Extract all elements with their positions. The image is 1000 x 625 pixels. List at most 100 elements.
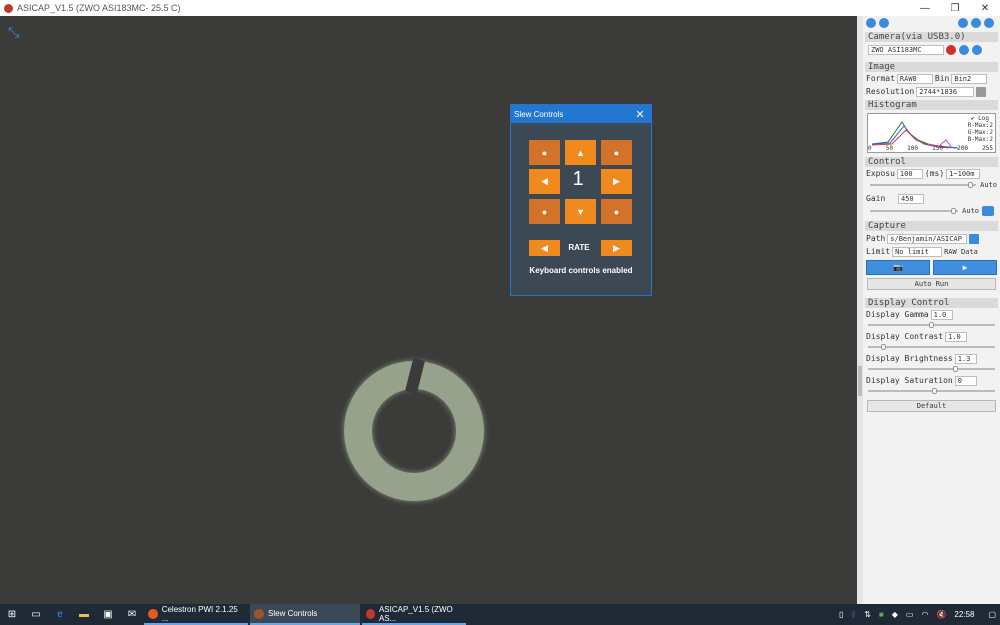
nvidia-icon[interactable]: ■: [879, 610, 884, 619]
dialog-title: Slew Controls: [514, 109, 564, 119]
connect-icon[interactable]: [866, 18, 876, 28]
video-icon: ▶: [962, 262, 968, 272]
asicap-icon: [366, 608, 375, 619]
task-view-icon[interactable]: ▭: [24, 604, 48, 625]
refresh-icon[interactable]: [879, 18, 889, 28]
gamma-input[interactable]: 1.0: [930, 309, 953, 320]
bluetooth-icon[interactable]: ᛒ: [851, 610, 856, 619]
control-panel: Camera(via USB3.0) ZWO ASI183MC Image Fo…: [863, 16, 1000, 604]
format-select[interactable]: RAW8: [896, 73, 933, 84]
slew-down-left-button[interactable]: ●: [529, 199, 560, 224]
slew-up-button[interactable]: ▲: [565, 140, 596, 165]
histogram-section-title: Histogram: [865, 100, 998, 110]
contrast-input[interactable]: 1.0: [945, 331, 968, 342]
control-section-title: Control: [865, 157, 998, 167]
system-tray: ▯ ᛒ ⇅ ■ ◆ ▭ ◠ 🔇 22:58 ▢: [835, 604, 1000, 625]
exposure-label: Exposu: [866, 169, 895, 178]
slew-right-button[interactable]: ▶: [601, 169, 632, 194]
close-window-button[interactable]: ✕: [970, 0, 1000, 16]
shirt-icon[interactable]: [958, 18, 968, 28]
edge-icon[interactable]: e: [48, 604, 72, 625]
gear-icon[interactable]: [971, 18, 981, 28]
roi-icon[interactable]: [976, 86, 987, 97]
exposure-input[interactable]: 100: [896, 168, 923, 179]
taskbar-app-asicap[interactable]: ASICAP_V1.5 (ZWO AS...: [362, 604, 466, 625]
windows-start-icon[interactable]: ⊞: [0, 604, 24, 625]
notifications-icon[interactable]: ▢: [988, 610, 996, 619]
rate-decrease-button[interactable]: ◀: [529, 240, 560, 256]
resolution-select[interactable]: 2744*1836: [916, 86, 975, 97]
gain-input[interactable]: 450: [898, 193, 924, 204]
pwi-icon: [148, 608, 158, 619]
path-input[interactable]: s/Benjamin/ASICAP: [887, 233, 968, 244]
store-icon[interactable]: ▣: [96, 604, 120, 625]
gamma-slider[interactable]: [868, 322, 995, 328]
usb-icon[interactable]: ▯: [839, 610, 843, 619]
gain-slider[interactable]: [870, 208, 959, 214]
taskbar-app-slew[interactable]: Slew Controls: [250, 604, 360, 625]
slew-down-right-button[interactable]: ●: [601, 199, 632, 224]
brightness-label: Display Brightness: [866, 354, 953, 363]
default-button[interactable]: Default: [867, 400, 996, 412]
format-label: Format: [866, 74, 895, 83]
limit-label: Limit: [866, 247, 891, 256]
app-tray-icon[interactable]: ◆: [892, 610, 898, 619]
slew-icon: [254, 608, 264, 619]
expand-icon[interactable]: ⤡: [8, 24, 26, 42]
mail-icon[interactable]: ✉: [120, 604, 144, 625]
folder-icon[interactable]: [969, 233, 980, 244]
limit-select[interactable]: No limit: [892, 246, 943, 257]
saturation-input[interactable]: 0: [954, 375, 977, 386]
raw-data-checkbox[interactable]: RAW Data: [944, 248, 978, 256]
exposure-unit: (ms): [924, 169, 945, 178]
app-icon: [4, 3, 13, 13]
bin-select[interactable]: Bin2: [951, 73, 988, 84]
hist-log-checkbox[interactable]: ✔ Log: [971, 115, 989, 122]
capture-section-title: Capture: [865, 221, 998, 231]
exposure-slider[interactable]: [870, 182, 977, 188]
image-section-title: Image: [865, 62, 998, 72]
image-viewer[interactable]: ⤡: [0, 16, 857, 604]
auto-run-button[interactable]: Auto Run: [867, 278, 996, 290]
snapshot-button[interactable]: 📷: [866, 259, 930, 275]
slew-rate-value: 1: [572, 168, 584, 190]
minimize-button[interactable]: —: [910, 0, 940, 16]
volume-muted-icon[interactable]: 🔇: [936, 610, 946, 619]
exposure-range-select[interactable]: 1~100m: [946, 168, 981, 179]
clock[interactable]: 22:58: [954, 610, 974, 619]
slew-left-button[interactable]: ◀: [529, 169, 560, 194]
rate-increase-button[interactable]: ▶: [601, 240, 632, 256]
slew-up-left-button[interactable]: ●: [529, 140, 560, 165]
hist-axis-ticks: 0 50 100 150 200 255: [868, 145, 993, 152]
keyboard-status: Keyboard controls enabled: [529, 266, 633, 275]
camera-refresh-icon[interactable]: [959, 45, 969, 55]
restore-button[interactable]: ❐: [940, 0, 970, 16]
exposure-auto-checkbox[interactable]: Auto: [980, 181, 997, 189]
panel-toolbar: [863, 16, 1000, 30]
close-dialog-icon[interactable]: ✕: [629, 108, 651, 121]
brightness-input[interactable]: 1.3: [954, 353, 977, 364]
record-video-button[interactable]: ▶: [933, 259, 997, 275]
help-icon[interactable]: [984, 18, 994, 28]
camera-icon: 📷: [893, 262, 903, 272]
network-icon[interactable]: ⇅: [864, 610, 871, 619]
camera-select[interactable]: ZWO ASI183MC: [868, 45, 944, 55]
slew-down-button[interactable]: ▼: [565, 199, 596, 224]
disconnect-icon[interactable]: [946, 45, 956, 55]
taskbar-app-pwi[interactable]: Celestron PWI 2.1.25 ...: [144, 604, 248, 625]
contrast-label: Display Contrast: [866, 332, 944, 341]
battery-icon[interactable]: ▭: [906, 610, 914, 619]
saturation-label: Display Saturation: [866, 376, 953, 385]
gain-auto-checkbox[interactable]: Auto: [962, 207, 979, 215]
saturation-slider[interactable]: [868, 388, 995, 394]
slew-up-right-button[interactable]: ●: [601, 140, 632, 165]
info-icon[interactable]: [972, 45, 982, 55]
gamma-label: Display Gamma: [866, 310, 929, 319]
bin-label: Bin: [934, 74, 950, 83]
contrast-slider[interactable]: [868, 344, 995, 350]
brightness-slider[interactable]: [868, 366, 995, 372]
file-explorer-icon[interactable]: ▬: [72, 604, 96, 625]
wifi-icon[interactable]: ◠: [921, 610, 928, 619]
more-icon[interactable]: [982, 206, 994, 216]
rate-label: RATE: [568, 243, 590, 252]
